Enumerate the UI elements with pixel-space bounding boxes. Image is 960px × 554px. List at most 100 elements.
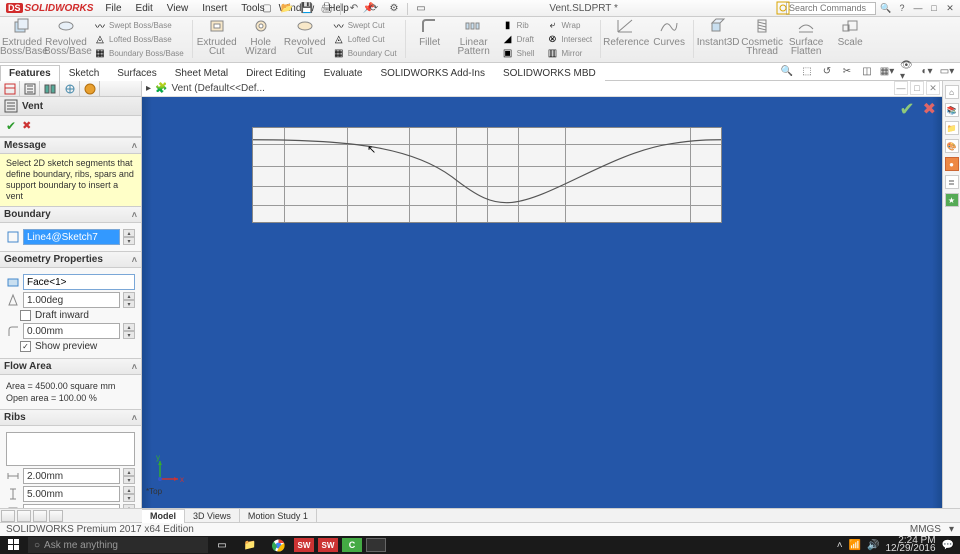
graphics-viewport[interactable]: ✔ ✖ ↖ x y *Top <box>142 97 942 508</box>
cmd-reference[interactable]: Reference <box>603 17 647 47</box>
task-view-icon[interactable]: ▭ <box>208 536 236 554</box>
cmd-cosmetic-thread[interactable]: CosmeticThread <box>740 17 784 56</box>
view-triad[interactable]: x y *Top <box>152 457 182 490</box>
rib-width-spinner[interactable]: ▴▾ <box>123 468 135 484</box>
doc-minimize-icon[interactable]: — <box>894 81 908 95</box>
tab-features[interactable]: Features <box>0 65 60 81</box>
cmd-boundary-cut[interactable]: ▦Boundary Cut <box>331 47 399 60</box>
cmd-revolved-boss[interactable]: RevolvedBoss/Base <box>44 17 88 56</box>
menu-insert[interactable]: Insert <box>196 2 233 15</box>
confirm-corner-cancel[interactable]: ✖ <box>923 99 936 120</box>
cmd-curves[interactable]: Curves <box>647 17 691 47</box>
fillet-radius-input[interactable]: 0.00mm <box>23 323 120 339</box>
draft-angle-input[interactable]: 1.00deg <box>23 292 120 308</box>
rib-width-input[interactable]: 2.00mm <box>23 468 120 484</box>
ptab-config-mgr-icon[interactable] <box>40 81 60 97</box>
rib-depth-input[interactable]: 5.00mm <box>23 486 120 502</box>
notifications-icon[interactable]: 💬 <box>942 540 954 551</box>
cmd-hole-wizard[interactable]: HoleWizard <box>239 17 283 56</box>
cmd-intersect[interactable]: ⊗Intersect <box>544 33 594 46</box>
cmd-draft[interactable]: ◢Draft <box>500 33 537 46</box>
tab-direct-editing[interactable]: Direct Editing <box>237 65 314 81</box>
ribs-header[interactable]: Ribs˄ <box>0 409 141 426</box>
part-geometry[interactable] <box>252 127 722 223</box>
menu-edit[interactable]: Edit <box>130 2 159 15</box>
confirm-corner-ok[interactable]: ✔ <box>900 99 915 120</box>
clock[interactable]: 2:24 PM 12/29/2016 <box>885 537 935 553</box>
search-commands-input[interactable] <box>786 2 876 15</box>
taskpane-forum-icon[interactable]: ★ <box>945 193 959 207</box>
tab-addins[interactable]: SOLIDWORKS Add-Ins <box>372 65 494 81</box>
taskpane-resources-icon[interactable]: ⌂ <box>945 85 959 99</box>
search-icon[interactable]: 🔍 <box>880 2 892 14</box>
tab-motion-study[interactable]: Motion Study 1 <box>240 509 317 523</box>
section-view-icon[interactable]: ✂ <box>840 64 854 78</box>
flow-area-header[interactable]: Flow Area˄ <box>0 358 141 375</box>
tab-3d-views[interactable]: 3D Views <box>185 509 240 523</box>
cmd-swept-cut[interactable]: 〰Swept Cut <box>331 19 399 32</box>
cmd-lofted-cut[interactable]: ◬Lofted Cut <box>331 33 399 46</box>
boundary-selection-input[interactable]: Line4@Sketch7 <box>23 229 120 245</box>
cmd-instant3d[interactable]: Instant3D <box>696 17 740 47</box>
taskpane-appearances-icon[interactable]: ● <box>945 157 959 171</box>
rebuild-icon[interactable]: ⟳ <box>367 2 381 16</box>
menu-view[interactable]: View <box>161 2 195 15</box>
menu-file[interactable]: File <box>99 2 127 15</box>
ptab-dimxpert-icon[interactable] <box>60 81 80 97</box>
face-selection-input[interactable]: Face<1> <box>23 274 135 290</box>
view-orient-icon[interactable]: ◫ <box>860 64 874 78</box>
taskbar-sw-icon-2[interactable]: SW <box>318 538 338 552</box>
tray-expand-icon[interactable]: ˄ <box>837 540 843 551</box>
open-icon[interactable]: 📂 <box>280 2 294 16</box>
tab-evaluate[interactable]: Evaluate <box>315 65 372 81</box>
apply-scene-icon[interactable]: ▭▾ <box>940 64 954 78</box>
taskpane-view-palette-icon[interactable]: 🎨 <box>945 139 959 153</box>
wifi-icon[interactable]: 📶 <box>849 540 861 551</box>
tab-mbd[interactable]: SOLIDWORKS MBD <box>494 65 605 81</box>
flyout-tree-bar[interactable]: ▸ 🧩 Vent (Default<<Def... <box>142 81 942 97</box>
expand-tree-icon[interactable]: ▸ <box>146 83 151 94</box>
taskbar-sw-icon[interactable]: SW <box>294 538 314 552</box>
taskbar-camtasia-icon[interactable]: C <box>342 538 362 552</box>
taskpane-custom-props-icon[interactable]: ≣ <box>945 175 959 189</box>
ribs-selection-input[interactable] <box>6 432 135 466</box>
rib-offset-input[interactable]: 0.00mm <box>23 504 120 508</box>
new-icon[interactable]: ▢ <box>260 2 274 16</box>
options-icon[interactable]: ⚙ <box>387 2 401 16</box>
geometry-header[interactable]: Geometry Properties˄ <box>0 251 141 268</box>
units-label[interactable]: MMGS <box>910 524 941 535</box>
select-icon[interactable]: ▭ <box>414 2 428 16</box>
cmd-linear-pattern[interactable]: LinearPattern <box>452 17 496 56</box>
cmd-mirror[interactable]: ▥Mirror <box>544 47 594 60</box>
draft-spinner[interactable]: ▴▾ <box>123 292 135 308</box>
taskbar-chrome-icon[interactable] <box>264 536 292 554</box>
minimize-icon[interactable]: — <box>912 2 924 14</box>
cmd-shell[interactable]: ▣Shell <box>500 47 537 60</box>
cmd-lofted-boss[interactable]: ◬Lofted Boss/Base <box>92 33 186 46</box>
cmd-boundary-boss[interactable]: ▦Boundary Boss/Base <box>92 47 186 60</box>
start-button[interactable] <box>0 536 28 554</box>
tab-sheet-metal[interactable]: Sheet Metal <box>166 65 237 81</box>
tab-model[interactable]: Model <box>142 509 185 523</box>
pm-ok-button[interactable]: ✔ <box>6 119 16 133</box>
status-chevron-icon[interactable]: ▾ <box>949 524 954 535</box>
cortana-search-input[interactable]: ○Ask me anything <box>28 537 208 553</box>
rib-offset-spinner[interactable]: ▴▾ <box>123 504 135 508</box>
save-icon[interactable]: 💾 <box>300 2 314 16</box>
tab-sketch[interactable]: Sketch <box>60 65 109 81</box>
ptab-feature-tree-icon[interactable] <box>0 81 20 97</box>
pm-cancel-button[interactable]: ✖ <box>22 119 31 133</box>
restore-icon[interactable]: □ <box>928 2 940 14</box>
doc-restore-icon[interactable]: □ <box>910 81 924 95</box>
help-icon[interactable]: ? <box>896 2 908 14</box>
prev-view-icon[interactable]: ↺ <box>820 64 834 78</box>
tab-surfaces[interactable]: Surfaces <box>108 65 165 81</box>
rib-depth-spinner[interactable]: ▴▾ <box>123 486 135 502</box>
show-preview-checkbox[interactable]: ✓ <box>20 341 31 352</box>
cmd-wrap[interactable]: ⤶Wrap <box>544 19 594 32</box>
taskbar-explorer-icon[interactable]: 📁 <box>236 536 264 554</box>
undo-icon[interactable]: ↶ <box>347 2 361 16</box>
taskpane-file-explorer-icon[interactable]: 📁 <box>945 121 959 135</box>
close-icon[interactable]: ✕ <box>944 2 956 14</box>
hide-show-icon[interactable]: 👁▾ <box>900 64 914 78</box>
